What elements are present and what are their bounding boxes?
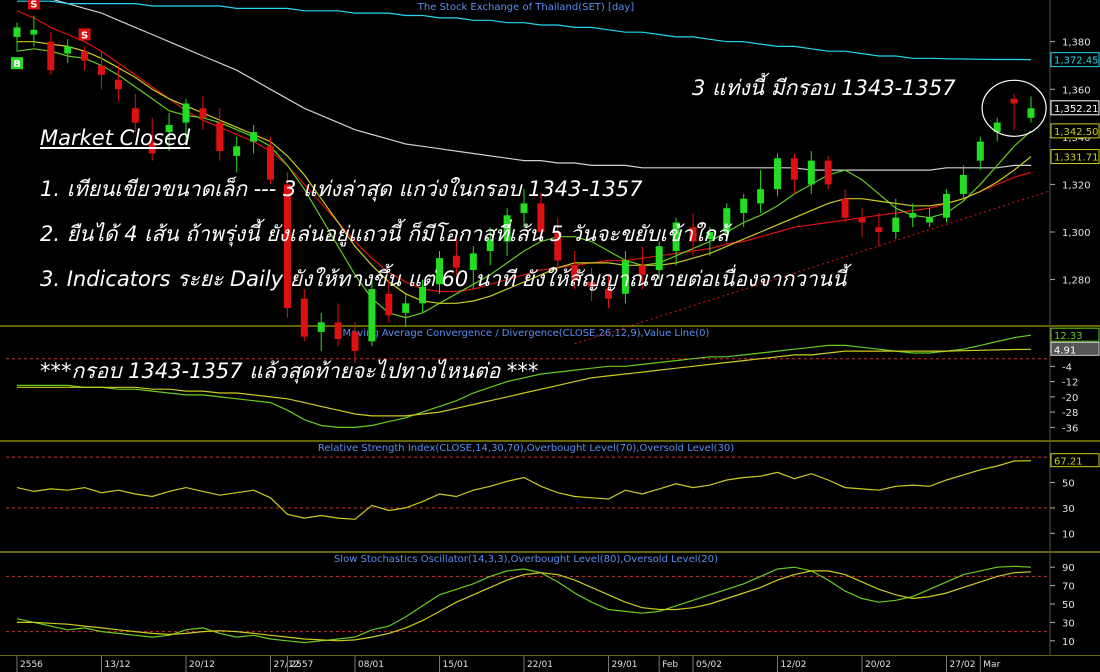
candle-body (976, 141, 984, 161)
candle-body (790, 158, 798, 180)
candle-body (943, 193, 950, 218)
annotation-market-closed: Market Closed (40, 126, 191, 150)
y-tick-label: -20 (1062, 393, 1078, 404)
candle-body (317, 322, 325, 332)
candle-body (824, 160, 832, 185)
annotation-point-1: 1. เทียนเขียวขนาดเล็ก --- 3 แท่งล่าสุด แ… (40, 177, 643, 201)
candle-body (774, 158, 781, 190)
y-tick-label: 30 (1062, 618, 1075, 629)
x-tick-label: 15/01 (443, 660, 469, 670)
annotation-point-2: 2. ยืนได้ 4 เส้น ถ้าพรุ่งนี้ ยังเล่นอยู่… (40, 222, 729, 246)
x-tick-label: Mar (983, 660, 1000, 670)
panel-title-4: Slow Stochastics Oscillator(14,3,3),Over… (334, 554, 718, 565)
candle-body (30, 29, 38, 35)
x-tick-label: 20/02 (865, 660, 891, 670)
x-tick-label: 29/01 (612, 660, 638, 670)
price-tag-label: 1,342.50 (1054, 127, 1099, 138)
x-tick-label: 22/01 (527, 660, 553, 670)
annotation-question: ***กรอบ 1343-1357 แล้วสุดท้ายจะไปทางไหนต… (40, 359, 539, 383)
x-tick-label: 2556 (20, 660, 43, 670)
candle-body (13, 27, 21, 37)
x-tick-label: 08/01 (358, 660, 384, 670)
candle-body (1027, 108, 1035, 118)
candle-body (334, 322, 342, 340)
candle-body (892, 217, 900, 232)
y-tick-label: -36 (1062, 423, 1078, 434)
candle-body (47, 41, 55, 71)
y-tick-label: 10 (1062, 637, 1075, 648)
x-tick-label: 2557 (290, 660, 313, 670)
x-tick-label: 05/02 (696, 660, 722, 670)
y-tick-label: -28 (1062, 408, 1078, 419)
y-tick-label: 90 (1062, 563, 1075, 574)
candle-body (199, 108, 207, 118)
candle-body (81, 51, 89, 61)
x-tick-label: 20/12 (189, 660, 215, 670)
annotation-range-note: 3 แท่งนี้ มีกรอบ 1343-1357 (692, 76, 956, 100)
x-tick-label: 12/02 (781, 660, 807, 670)
price-tag-label: 1,352.21 (1054, 104, 1099, 115)
y-tick-label: 10 (1062, 529, 1075, 540)
panel-title-3: Relative Strength Index(CLOSE,14,30,70),… (318, 443, 734, 454)
x-tick-label: 27/02 (950, 660, 976, 670)
x-tick-label: Feb (662, 660, 678, 670)
signal-marker-label: B (13, 59, 21, 70)
candle-body (98, 65, 105, 75)
candle-body (250, 132, 258, 142)
candle-body (131, 108, 139, 123)
y-tick-label: 1,280 (1062, 276, 1091, 287)
value-tag-label: 67.21 (1054, 457, 1083, 468)
candle-body (909, 212, 917, 218)
price-tag-label: 1,331.71 (1054, 153, 1099, 164)
candle-body (300, 298, 308, 337)
y-tick-label: 1,300 (1062, 228, 1091, 239)
candle-body (740, 198, 748, 213)
candle-body (841, 198, 849, 218)
y-tick-label: 70 (1062, 582, 1075, 593)
candle-body (757, 189, 765, 204)
y-tick-label: -4 (1062, 362, 1072, 373)
candle-body (858, 217, 866, 223)
candle-body (64, 46, 72, 54)
series-d (17, 570, 1032, 642)
candle-body (875, 227, 883, 232)
y-tick-label: 1,360 (1062, 85, 1091, 96)
y-tick-label: 1,380 (1062, 38, 1091, 49)
candle-body (385, 293, 393, 316)
candle-body (402, 303, 410, 313)
y-tick-label: 1,320 (1062, 180, 1091, 191)
candle-body (114, 79, 122, 90)
y-tick-label: 50 (1062, 600, 1075, 611)
panel-title-2: Moving Average Convergence / Divergence(… (343, 328, 710, 339)
candle-body (1010, 98, 1018, 104)
panel-title-1: The Stock Exchange of Thailand(SET) [day… (417, 2, 634, 13)
price-tag-label: 1,372.45 (1054, 56, 1099, 67)
annotation-point-3: 3. Indicators ระยะ Daily ยังให้ทางขึ้น แ… (40, 267, 847, 291)
x-tick-label: 13/12 (105, 660, 131, 670)
candle-body (368, 289, 376, 342)
candle-body (216, 122, 224, 152)
y-tick-label: 30 (1062, 504, 1075, 515)
candle-body (807, 160, 815, 185)
y-tick-label: -12 (1062, 378, 1078, 389)
candle-body (351, 331, 359, 351)
signal-marker-label: S (30, 0, 37, 11)
y-tick-label: 50 (1062, 479, 1075, 490)
value-tag-label: 4.91 (1054, 345, 1076, 356)
series-rsi (16, 460, 1032, 520)
candle-body (959, 174, 967, 194)
candle-body (233, 146, 241, 156)
candle-body (182, 103, 190, 123)
candle-body (926, 217, 934, 223)
signal-marker-label: S (81, 30, 88, 41)
value-tag-label: 12.33 (1054, 331, 1083, 342)
